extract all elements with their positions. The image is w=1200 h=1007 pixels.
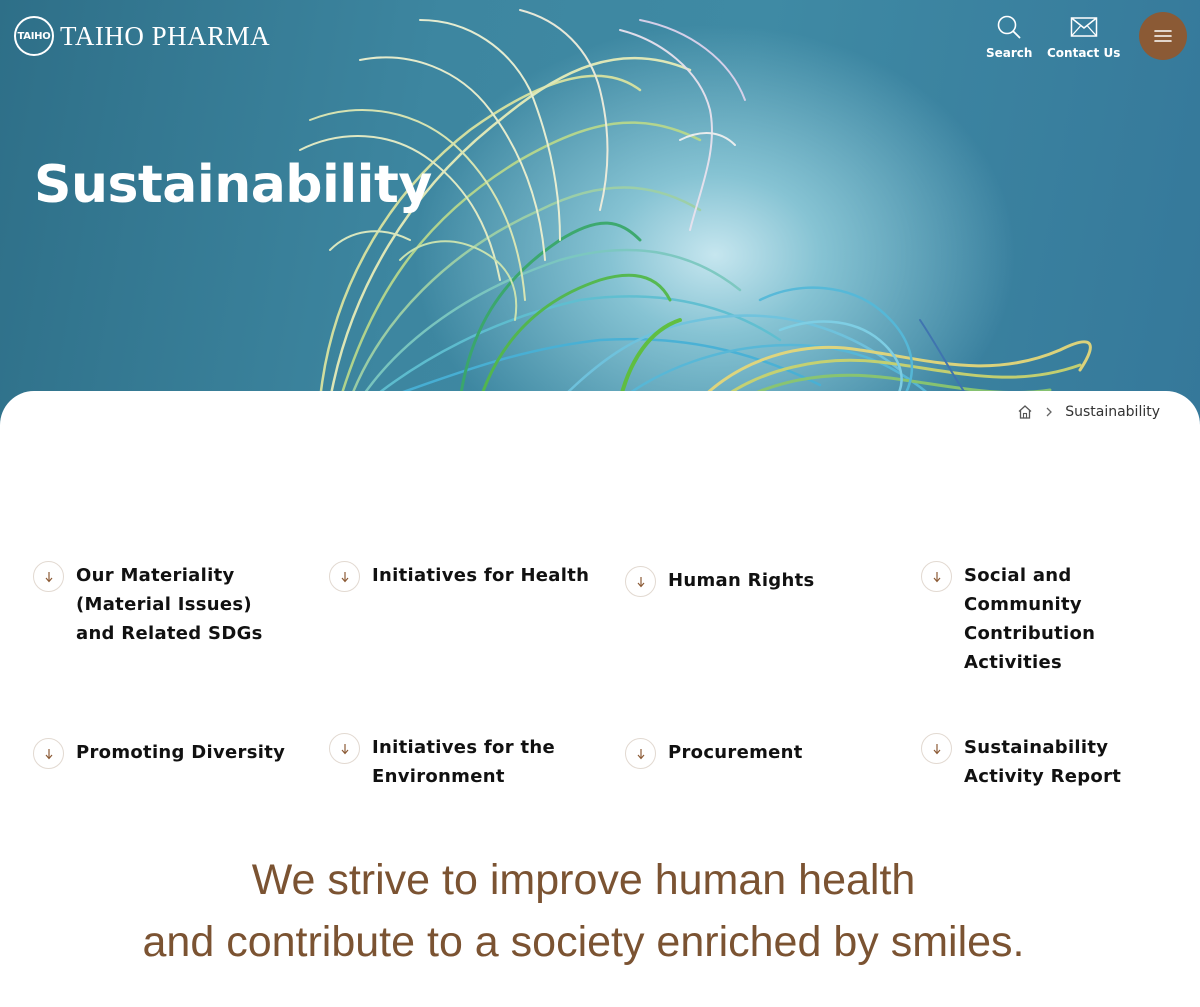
page-title: Sustainability — [34, 155, 432, 215]
envelope-icon — [1070, 17, 1097, 37]
arrow-down-icon — [329, 561, 360, 592]
logo-wordmark: TAIHO PHARMA — [60, 20, 271, 51]
anchor-link-diversity[interactable]: Promoting Diversity — [33, 738, 306, 769]
breadcrumb-current: Sustainability — [1065, 404, 1160, 420]
logo-mark-text: TAIHO — [17, 30, 51, 42]
contact-label: Contact Us — [1047, 46, 1121, 60]
arrow-down-icon — [625, 738, 656, 769]
anchor-label: Our Materiality (Material Issues) and Re… — [76, 565, 263, 644]
anchor-link-health[interactable]: Initiatives for Health — [329, 561, 602, 592]
home-icon[interactable] — [1017, 404, 1033, 420]
anchor-link-activity-report[interactable]: Sustainability Activity Report — [921, 733, 1124, 791]
hero-fiber-illustration — [299, 9, 1092, 402]
breadcrumb: Sustainability — [1017, 404, 1160, 420]
anchor-link-environment[interactable]: Initiatives for the Environment — [329, 733, 572, 791]
search-button[interactable]: Search — [986, 14, 1032, 60]
arrow-down-icon — [625, 566, 656, 597]
menu-button[interactable] — [1139, 12, 1187, 60]
arrow-down-icon — [921, 561, 952, 592]
anchor-label: Human Rights — [668, 570, 815, 591]
anchor-link-procurement[interactable]: Procurement — [625, 738, 898, 769]
anchor-label: Initiatives for the Environment — [372, 737, 555, 787]
search-label: Search — [986, 46, 1033, 60]
tagline-line-1: We strive to improve human health — [251, 856, 916, 904]
anchor-link-human-rights[interactable]: Human Rights — [625, 566, 898, 597]
anchor-label: Procurement — [668, 742, 803, 763]
search-icon — [997, 15, 1021, 39]
arrow-down-icon — [921, 733, 952, 764]
anchor-label: Sustainability Activity Report — [964, 737, 1122, 787]
taiho-logo[interactable]: TAIHO TAIHO PHARMA — [14, 16, 270, 56]
taiho-logo-mark: TAIHO — [14, 16, 54, 56]
contact-us-button[interactable]: Contact Us — [1047, 14, 1120, 60]
anchor-link-social-community[interactable]: Social and Community Contribution Activi… — [921, 561, 1114, 677]
chevron-right-icon — [1046, 407, 1053, 417]
anchor-link-materiality[interactable]: Our Materiality (Material Issues) and Re… — [33, 561, 296, 648]
hamburger-icon — [1154, 30, 1172, 42]
hero-banner: TAIHO TAIHO PHARMA Search Contact Us Sus… — [0, 0, 1200, 440]
anchor-label: Initiatives for Health — [372, 565, 590, 586]
tagline-line-2: and contribute to a society enriched by … — [142, 918, 1025, 966]
arrow-down-icon — [329, 733, 360, 764]
arrow-down-icon — [33, 561, 64, 592]
anchor-label: Promoting Diversity — [76, 742, 286, 763]
anchor-label: Social and Community Contribution Activi… — [964, 565, 1096, 673]
arrow-down-icon — [33, 738, 64, 769]
